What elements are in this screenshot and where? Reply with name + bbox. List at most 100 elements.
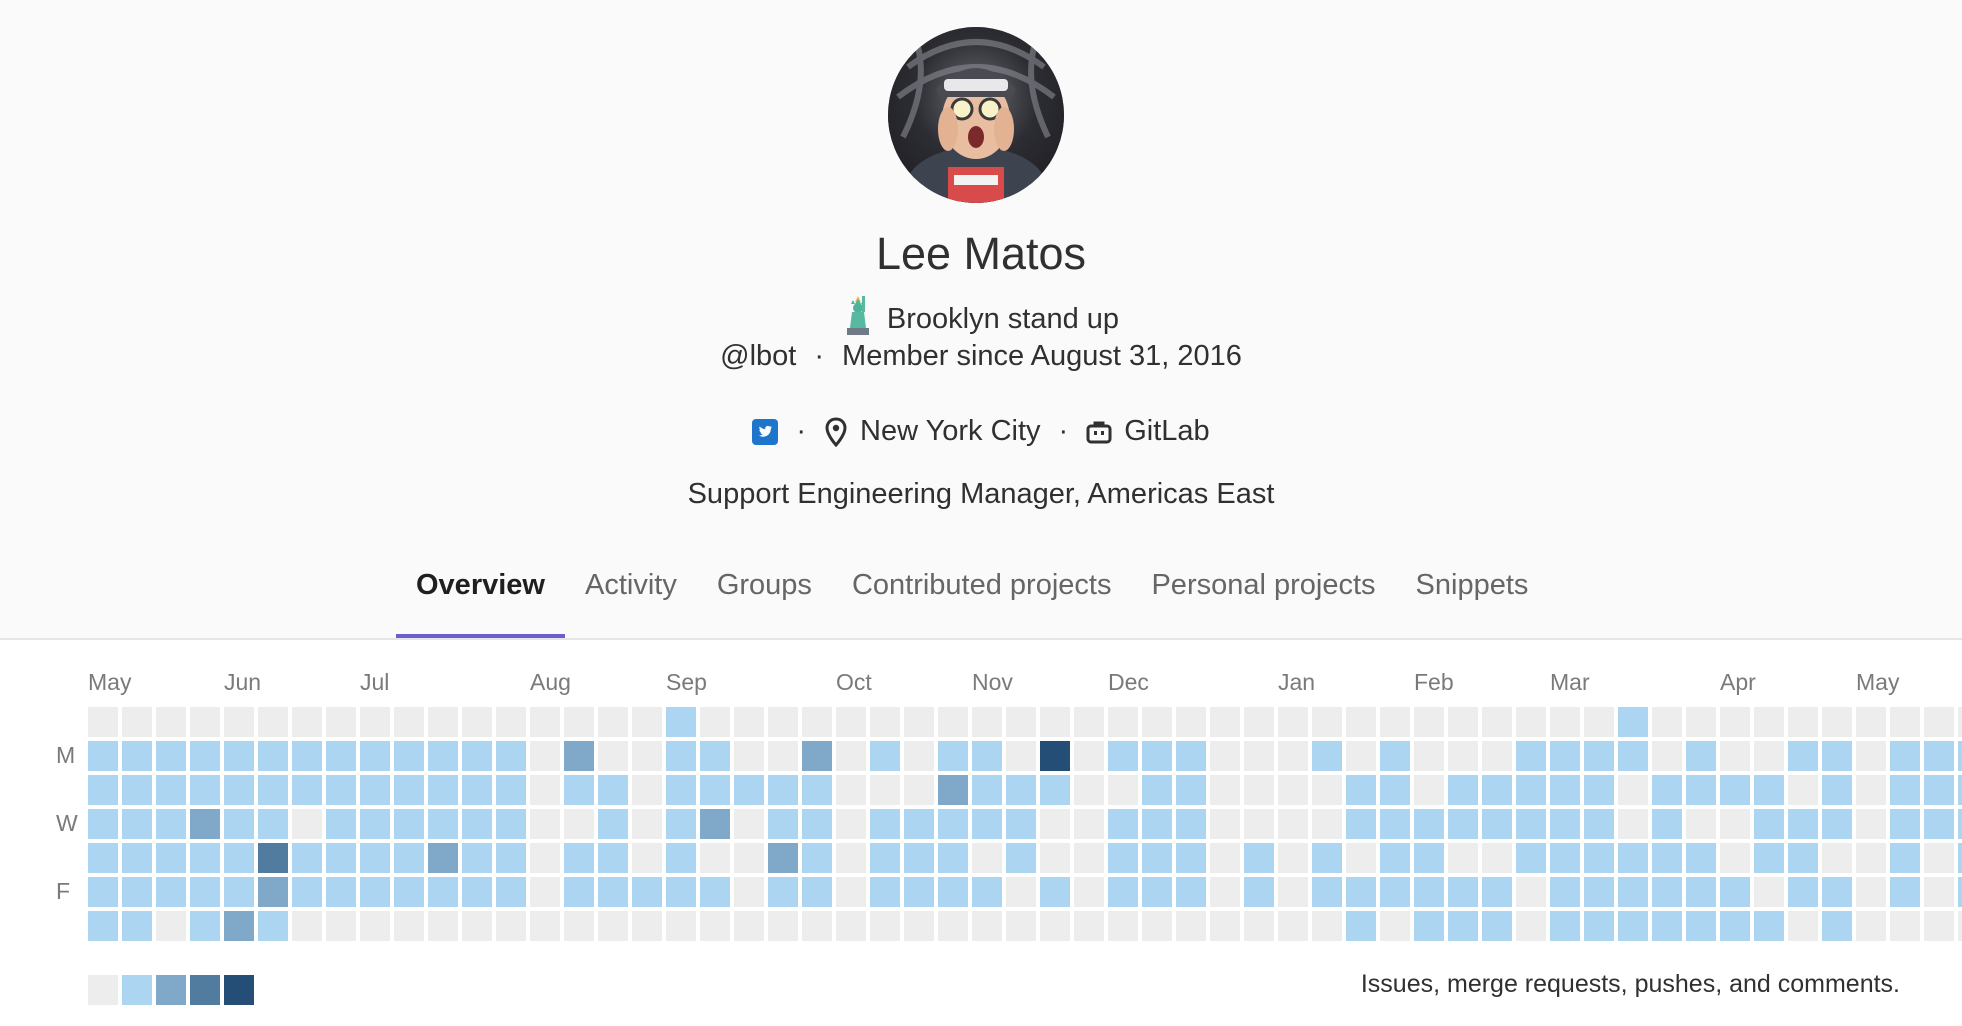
contribution-cell[interactable] xyxy=(700,843,730,873)
contribution-cell[interactable] xyxy=(496,775,526,805)
contribution-cell[interactable] xyxy=(768,707,798,737)
contribution-cell[interactable] xyxy=(1788,741,1818,771)
contribution-cell[interactable] xyxy=(1006,741,1036,771)
contribution-cell[interactable] xyxy=(1210,843,1240,873)
contribution-cell[interactable] xyxy=(1380,809,1410,839)
contribution-cell[interactable] xyxy=(1550,707,1580,737)
contribution-cell[interactable] xyxy=(768,741,798,771)
contribution-cell[interactable] xyxy=(1380,843,1410,873)
contribution-cell[interactable] xyxy=(190,877,220,907)
contribution-cell[interactable] xyxy=(802,775,832,805)
contribution-cell[interactable] xyxy=(1006,707,1036,737)
contribution-cell[interactable] xyxy=(1958,741,1962,771)
contribution-cell[interactable] xyxy=(1414,707,1444,737)
contribution-cell[interactable] xyxy=(1890,741,1920,771)
contribution-cell[interactable] xyxy=(326,809,356,839)
contribution-cell[interactable] xyxy=(632,775,662,805)
contribution-cell[interactable] xyxy=(88,911,118,941)
contribution-cell[interactable] xyxy=(1040,843,1070,873)
contribution-cell[interactable] xyxy=(1686,809,1716,839)
contribution-cell[interactable] xyxy=(1550,911,1580,941)
contribution-cell[interactable] xyxy=(326,877,356,907)
contribution-cell[interactable] xyxy=(462,809,492,839)
contribution-cell[interactable] xyxy=(666,809,696,839)
contribution-cell[interactable] xyxy=(462,911,492,941)
contribution-cell[interactable] xyxy=(1924,809,1954,839)
contribution-cell[interactable] xyxy=(1414,809,1444,839)
contribution-cell[interactable] xyxy=(1550,741,1580,771)
contribution-cell[interactable] xyxy=(428,775,458,805)
contribution-cell[interactable] xyxy=(1312,877,1342,907)
contribution-cell[interactable] xyxy=(1652,741,1682,771)
contribution-cell[interactable] xyxy=(224,775,254,805)
contribution-cell[interactable] xyxy=(292,843,322,873)
contribution-cell[interactable] xyxy=(836,911,866,941)
contribution-cell[interactable] xyxy=(122,843,152,873)
contribution-cell[interactable] xyxy=(564,843,594,873)
contribution-cell[interactable] xyxy=(700,741,730,771)
contribution-cell[interactable] xyxy=(326,741,356,771)
contribution-cell[interactable] xyxy=(1482,741,1512,771)
contribution-cell[interactable] xyxy=(1550,809,1580,839)
contribution-cell[interactable] xyxy=(496,707,526,737)
contribution-cell[interactable] xyxy=(802,707,832,737)
contribution-cell[interactable] xyxy=(1142,707,1172,737)
contribution-cell[interactable] xyxy=(1346,775,1376,805)
contribution-cell[interactable] xyxy=(1924,775,1954,805)
contribution-cell[interactable] xyxy=(1142,877,1172,907)
contribution-cell[interactable] xyxy=(1108,877,1138,907)
contribution-cell[interactable] xyxy=(1890,877,1920,907)
contribution-cell[interactable] xyxy=(496,843,526,873)
contribution-cell[interactable] xyxy=(1108,775,1138,805)
contribution-cell[interactable] xyxy=(734,809,764,839)
contribution-cell[interactable] xyxy=(1652,809,1682,839)
contribution-cell[interactable] xyxy=(224,877,254,907)
contribution-cell[interactable] xyxy=(1210,707,1240,737)
contribution-cell[interactable] xyxy=(632,707,662,737)
contribution-cell[interactable] xyxy=(666,877,696,907)
contribution-cell[interactable] xyxy=(598,843,628,873)
contribution-cell[interactable] xyxy=(496,809,526,839)
contribution-cell[interactable] xyxy=(972,741,1002,771)
contribution-cell[interactable] xyxy=(360,809,390,839)
tab-activity[interactable]: Activity xyxy=(565,560,697,638)
contribution-cell[interactable] xyxy=(394,707,424,737)
contribution-cell[interactable] xyxy=(1312,911,1342,941)
contribution-cell[interactable] xyxy=(1142,911,1172,941)
contribution-cell[interactable] xyxy=(1652,843,1682,873)
contribution-cell[interactable] xyxy=(1108,707,1138,737)
contribution-cell[interactable] xyxy=(428,877,458,907)
contribution-cell[interactable] xyxy=(1720,809,1750,839)
contribution-cell[interactable] xyxy=(1312,707,1342,737)
contribution-cell[interactable] xyxy=(1142,741,1172,771)
contribution-cell[interactable] xyxy=(632,809,662,839)
contribution-cell[interactable] xyxy=(1958,775,1962,805)
contribution-cell[interactable] xyxy=(1890,911,1920,941)
contribution-cell[interactable] xyxy=(1618,707,1648,737)
contribution-cell[interactable] xyxy=(564,911,594,941)
contribution-cell[interactable] xyxy=(530,809,560,839)
contribution-cell[interactable] xyxy=(836,809,866,839)
contribution-cell[interactable] xyxy=(1346,911,1376,941)
contribution-cell[interactable] xyxy=(1924,911,1954,941)
contribution-cell[interactable] xyxy=(1924,843,1954,873)
contribution-cell[interactable] xyxy=(1890,707,1920,737)
contribution-cell[interactable] xyxy=(1652,877,1682,907)
contribution-cell[interactable] xyxy=(292,741,322,771)
contribution-cell[interactable] xyxy=(1176,843,1206,873)
contribution-cell[interactable] xyxy=(224,843,254,873)
contribution-cell[interactable] xyxy=(1890,809,1920,839)
contribution-cell[interactable] xyxy=(1516,707,1546,737)
contribution-cell[interactable] xyxy=(836,707,866,737)
contribution-cell[interactable] xyxy=(802,741,832,771)
contribution-cell[interactable] xyxy=(802,843,832,873)
contribution-cell[interactable] xyxy=(462,843,492,873)
contribution-cell[interactable] xyxy=(1482,707,1512,737)
contribution-cell[interactable] xyxy=(1686,775,1716,805)
twitter-icon[interactable] xyxy=(752,418,779,445)
contribution-cell[interactable] xyxy=(1856,911,1886,941)
contribution-cell[interactable] xyxy=(258,911,288,941)
contribution-cell[interactable] xyxy=(972,809,1002,839)
contribution-cell[interactable] xyxy=(1074,843,1104,873)
contribution-cell[interactable] xyxy=(700,775,730,805)
